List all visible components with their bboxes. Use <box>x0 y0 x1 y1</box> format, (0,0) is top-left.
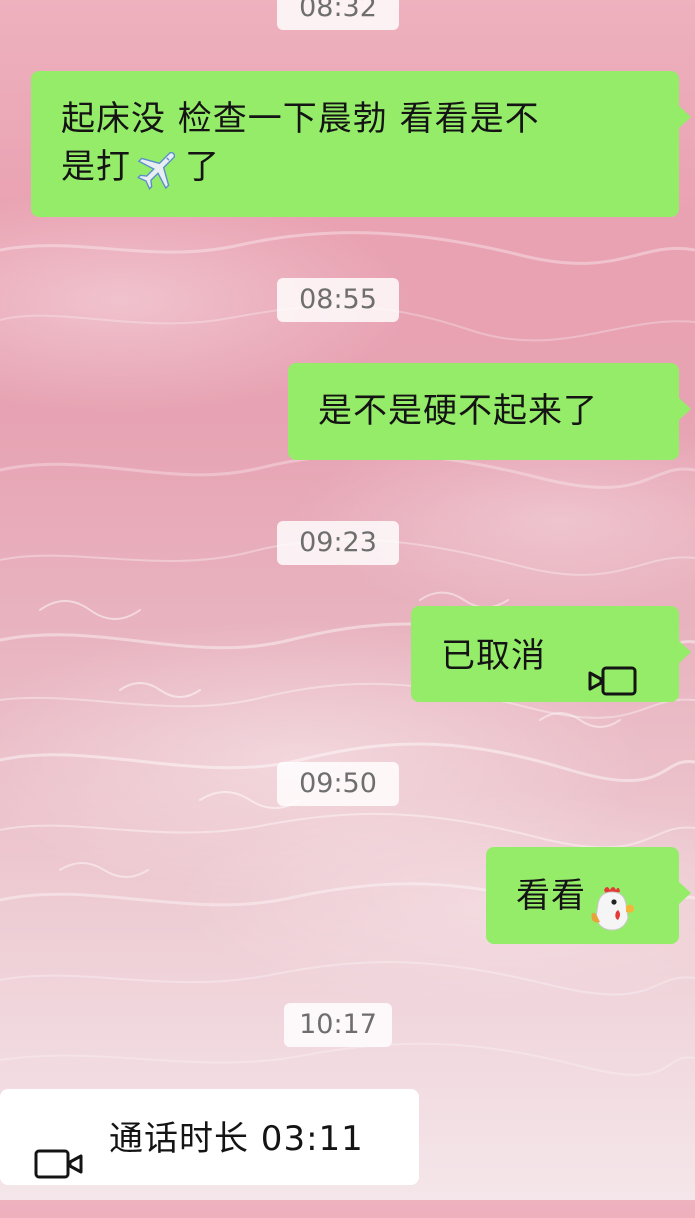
message-bubble[interactable]: 起床没 检查一下晨勃 看看是不 是打 了 <box>31 71 691 217</box>
timestamp: 08:32 <box>277 0 399 30</box>
timestamp: 08:55 <box>277 278 399 322</box>
message-text: 看看 <box>516 876 586 916</box>
rooster-icon <box>588 873 636 931</box>
timestamp: 10:17 <box>284 1003 392 1047</box>
call-duration-text: 通话时长 03:11 <box>109 1118 364 1159</box>
message-text: 是不是硬不起来了 <box>318 391 598 431</box>
message-bubble[interactable]: 看看 <box>486 847 691 944</box>
video-call-bubble[interactable]: 通话时长 03:11 <box>0 1089 419 1185</box>
timestamp: 09:50 <box>277 762 399 806</box>
message-text: 是打 <box>61 147 131 187</box>
airplane-icon <box>133 146 183 192</box>
message-text-line: 是打 了 <box>61 143 653 192</box>
video-camera-icon <box>33 1122 83 1178</box>
message-text: 了 <box>185 147 220 187</box>
timestamp: 09:23 <box>277 521 399 565</box>
video-camera-icon <box>588 639 638 695</box>
video-call-cancelled-bubble[interactable]: 已取消 <box>411 606 691 702</box>
message-bubble[interactable]: 是不是硬不起来了 <box>288 363 691 460</box>
call-status-text: 已取消 <box>441 635 546 676</box>
message-text-line: 起床没 检查一下晨勃 看看是不 <box>61 99 540 139</box>
